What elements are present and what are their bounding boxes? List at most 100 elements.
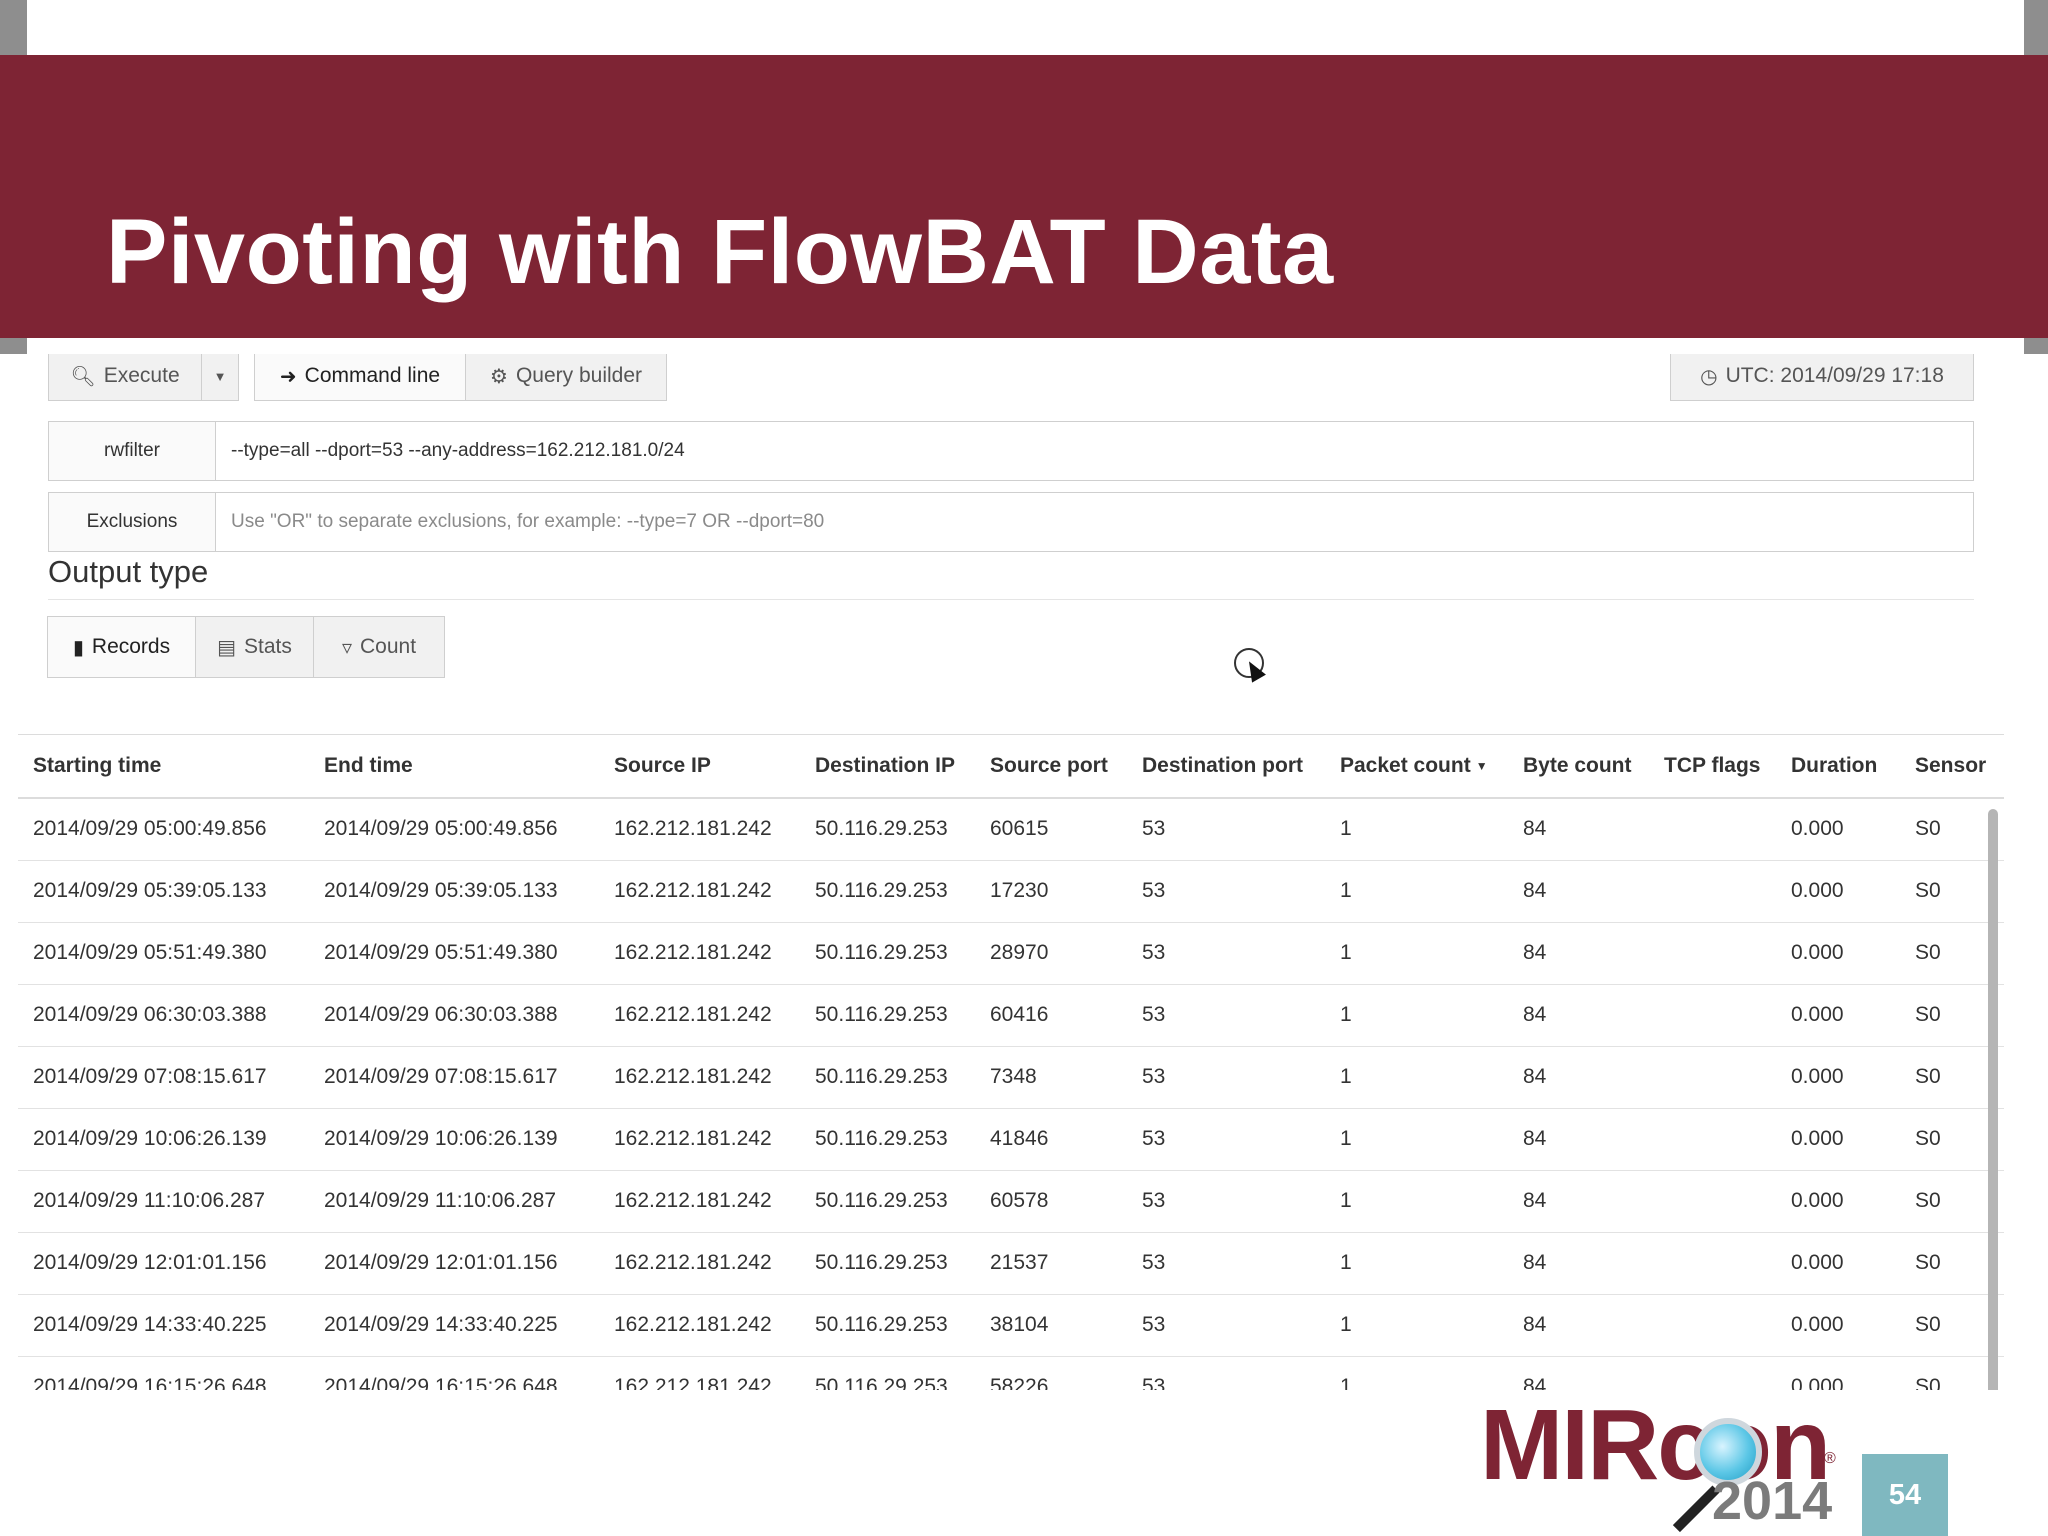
table-row[interactable]: 2014/09/29 10:06:26.139 2014/09/29 10:06:… (18, 1108, 2004, 1171)
table-row[interactable]: 2014/09/29 11:10:06.287 2014/09/29 11:10:… (18, 1170, 2004, 1233)
cell-byte-count: 84 (1523, 879, 1547, 902)
execute-dropdown-button[interactable]: ▼ (201, 354, 239, 401)
cell-destination-port: 53 (1142, 1313, 1166, 1336)
cell-starting-time: 2014/09/29 05:39:05.133 (33, 879, 267, 902)
cell-duration: 0.000 (1791, 941, 1844, 964)
cell-byte-count: 84 (1523, 1189, 1547, 1212)
cell-byte-count: 84 (1523, 1003, 1547, 1026)
rwfilter-input[interactable]: --type=all --dport=53 --any-address=162.… (231, 422, 685, 480)
cell-duration: 0.000 (1791, 817, 1844, 840)
cell-destination-port: 53 (1142, 1065, 1166, 1088)
cell-destination-ip: 50.116.29.253 (815, 1375, 948, 1390)
table-row[interactable]: 2014/09/29 05:39:05.133 2014/09/29 05:39:… (18, 860, 2004, 923)
header-source-port[interactable]: Source port (990, 735, 1108, 797)
cell-packet-count: 1 (1340, 879, 1352, 902)
cell-destination-ip: 50.116.29.253 (815, 1065, 948, 1088)
table-row[interactable]: 2014/09/29 12:01:01.156 2014/09/29 12:01:… (18, 1232, 2004, 1295)
cell-source-port: 60578 (990, 1189, 1049, 1212)
slide-edge-left (0, 0, 27, 56)
gear-icon: ⚙ (490, 365, 508, 388)
table-row[interactable]: 2014/09/29 05:51:49.380 2014/09/29 05:51:… (18, 922, 2004, 985)
exclusions-label: Exclusions (49, 493, 216, 551)
table-row[interactable]: 2014/09/29 14:33:40.225 2014/09/29 14:33:… (18, 1294, 2004, 1357)
cell-end-time: 2014/09/29 05:00:49.856 (324, 817, 558, 840)
cell-source-port: 38104 (990, 1313, 1049, 1336)
section-divider (48, 599, 1974, 600)
slide-edge-left-lower (0, 338, 27, 354)
stats-button[interactable]: ▤ Stats (195, 616, 314, 678)
cell-source-ip: 162.212.181.242 (614, 817, 772, 840)
cell-duration: 0.000 (1791, 879, 1844, 902)
cell-destination-ip: 50.116.29.253 (815, 1251, 948, 1274)
stats-label: Stats (244, 635, 292, 658)
cell-source-port: 58226 (990, 1375, 1049, 1390)
records-icon: ▮ (72, 636, 84, 659)
cell-end-time: 2014/09/29 16:15:26.648 (324, 1375, 558, 1390)
caret-down-icon: ▼ (213, 368, 227, 384)
slide-edge-right-lower (2024, 338, 2048, 354)
cell-source-port: 60416 (990, 1003, 1049, 1026)
slide-edge-right (2024, 0, 2048, 56)
cell-byte-count: 84 (1523, 1065, 1547, 1088)
registered-mark: ® (1824, 1450, 1836, 1467)
cell-source-ip: 162.212.181.242 (614, 1127, 772, 1150)
cell-source-port: 7348 (990, 1065, 1037, 1088)
cell-source-port: 17230 (990, 879, 1049, 902)
table-header: Starting time End time Source IP Destina… (18, 734, 2004, 799)
query-builder-label: Query builder (515, 364, 642, 387)
execute-button[interactable]: 🔍︎ Execute (48, 354, 202, 401)
records-button[interactable]: ▮ Records (47, 616, 196, 678)
cell-sensor: S0 (1915, 879, 1941, 902)
cell-source-ip: 162.212.181.242 (614, 1003, 772, 1026)
header-destination-port[interactable]: Destination port (1142, 735, 1303, 797)
arrow-right-icon: ➜ (279, 365, 297, 388)
count-button[interactable]: ▿ Count (313, 616, 445, 678)
cell-packet-count: 1 (1340, 1375, 1352, 1390)
utc-clock-button[interactable]: ◷ UTC: 2014/09/29 17:18 (1670, 354, 1974, 401)
cell-starting-time: 2014/09/29 14:33:40.225 (33, 1313, 267, 1336)
query-builder-button[interactable]: ⚙ Query builder (465, 354, 667, 401)
cell-starting-time: 2014/09/29 06:30:03.388 (33, 1003, 267, 1026)
cell-destination-ip: 50.116.29.253 (815, 879, 948, 902)
cell-end-time: 2014/09/29 12:01:01.156 (324, 1251, 558, 1274)
header-sensor[interactable]: Sensor (1915, 735, 1986, 797)
header-destination-ip[interactable]: Destination IP (815, 735, 955, 797)
cell-packet-count: 1 (1340, 1003, 1352, 1026)
logo-year: 2014 (1712, 1471, 1833, 1531)
cell-destination-port: 53 (1142, 1375, 1166, 1390)
table-row[interactable]: 2014/09/29 07:08:15.617 2014/09/29 07:08:… (18, 1046, 2004, 1109)
header-starting-time[interactable]: Starting time (33, 735, 161, 797)
utc-label: UTC: 2014/09/29 17:18 (1725, 364, 1944, 387)
exclusions-input[interactable]: Use "OR" to separate exclusions, for exa… (231, 493, 824, 551)
cell-sensor: S0 (1915, 941, 1941, 964)
header-end-time[interactable]: End time (324, 735, 413, 797)
table-row[interactable]: 2014/09/29 06:30:03.388 2014/09/29 06:30:… (18, 984, 2004, 1047)
cell-destination-port: 53 (1142, 879, 1166, 902)
cell-destination-port: 53 (1142, 817, 1166, 840)
cell-sensor: S0 (1915, 1127, 1941, 1150)
table-row[interactable]: 2014/09/29 16:15:26.648 2014/09/29 16:15:… (18, 1356, 2004, 1390)
cell-sensor: S0 (1915, 817, 1941, 840)
cell-sensor: S0 (1915, 1375, 1941, 1390)
cell-packet-count: 1 (1340, 1189, 1352, 1212)
scrollbar-thumb[interactable] (1988, 809, 1998, 1390)
cell-end-time: 2014/09/29 11:10:06.287 (324, 1189, 556, 1212)
table-row[interactable]: 2014/09/29 05:00:49.856 2014/09/29 05:00:… (18, 798, 2004, 861)
cell-destination-ip: 50.116.29.253 (815, 941, 948, 964)
command-line-button[interactable]: ➜ Command line (254, 354, 466, 401)
header-byte-count[interactable]: Byte count (1523, 735, 1632, 797)
header-tcp-flags[interactable]: TCP flags (1664, 735, 1760, 797)
cell-packet-count: 1 (1340, 1313, 1352, 1336)
cell-destination-ip: 50.116.29.253 (815, 1127, 948, 1150)
header-packet-count[interactable]: Packet count ▼ (1340, 735, 1488, 797)
cell-starting-time: 2014/09/29 10:06:26.139 (33, 1127, 267, 1150)
cell-starting-time: 2014/09/29 12:01:01.156 (33, 1251, 267, 1274)
header-duration[interactable]: Duration (1791, 735, 1877, 797)
cell-sensor: S0 (1915, 1189, 1941, 1212)
cell-source-ip: 162.212.181.242 (614, 1251, 772, 1274)
cell-source-ip: 162.212.181.242 (614, 1189, 772, 1212)
cell-end-time: 2014/09/29 06:30:03.388 (324, 1003, 558, 1026)
header-source-ip[interactable]: Source IP (614, 735, 711, 797)
cell-duration: 0.000 (1791, 1065, 1844, 1088)
cell-end-time: 2014/09/29 05:51:49.380 (324, 941, 558, 964)
